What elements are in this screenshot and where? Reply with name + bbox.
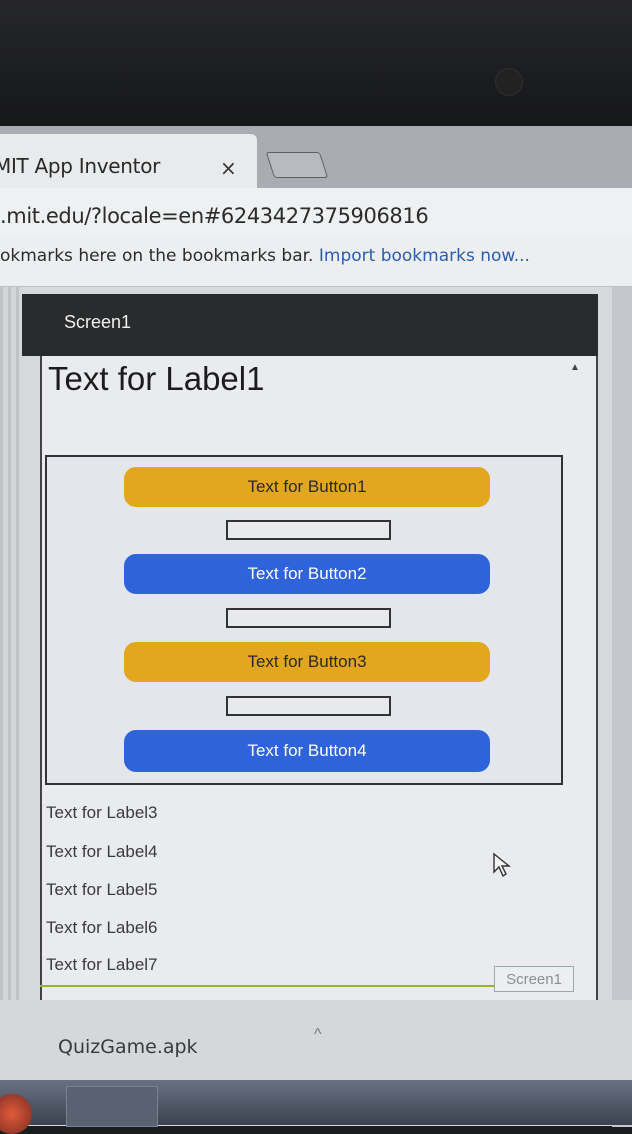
monitor-bezel xyxy=(0,0,632,130)
label6[interactable]: Text for Label6 xyxy=(46,918,158,938)
webcam xyxy=(495,68,523,96)
label1[interactable]: Text for Label1 xyxy=(48,360,264,398)
bookmarks-message: okmarks here on the bookmarks bar. Impor… xyxy=(0,246,530,266)
bookmarks-text: okmarks here on the bookmarks bar. xyxy=(0,246,314,266)
screen-selector[interactable]: Screen1 xyxy=(494,966,574,992)
url-text[interactable]: .mit.edu/?locale=en#6243427375906816 xyxy=(0,204,429,228)
screen-title: Screen1 xyxy=(64,312,132,332)
button3[interactable]: Text for Button3 xyxy=(124,642,490,682)
label5[interactable]: Text for Label5 xyxy=(46,880,158,900)
textbox1[interactable] xyxy=(226,520,391,540)
start-button[interactable] xyxy=(0,1094,32,1134)
tab-strip: MIT App Inventor × xyxy=(0,126,632,188)
button2[interactable]: Text for Button2 xyxy=(124,554,490,594)
designer-left-rail xyxy=(0,287,22,1007)
new-tab-button[interactable] xyxy=(265,152,329,178)
close-icon[interactable]: × xyxy=(220,156,237,180)
tab-app-inventor[interactable]: MIT App Inventor × xyxy=(0,134,257,188)
label3[interactable]: Text for Label3 xyxy=(46,803,158,823)
tab-title: MIT App Inventor xyxy=(0,154,161,178)
label4[interactable]: Text for Label4 xyxy=(46,842,158,862)
taskbar-app[interactable] xyxy=(66,1086,158,1127)
textbox3[interactable] xyxy=(226,696,391,716)
selection-line xyxy=(40,985,495,987)
label7[interactable]: Text for Label7 xyxy=(46,955,158,975)
import-bookmarks-link[interactable]: Import bookmarks now... xyxy=(319,246,530,266)
scroll-up-icon[interactable]: ▲ xyxy=(570,362,580,373)
button1[interactable]: Text for Button1 xyxy=(124,467,490,507)
chevron-up-icon[interactable]: ^ xyxy=(314,1026,322,1044)
mouse-cursor-icon xyxy=(492,852,512,883)
download-item[interactable]: QuizGame.apk xyxy=(58,1036,198,1058)
button4[interactable]: Text for Button4 xyxy=(124,730,490,772)
textbox2[interactable] xyxy=(226,608,391,628)
